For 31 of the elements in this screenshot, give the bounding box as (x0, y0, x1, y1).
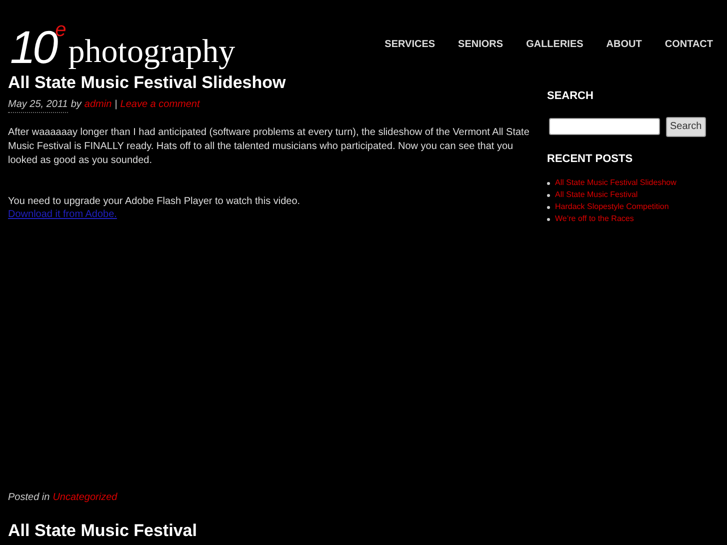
post-body: After waaaaaay longer than I had anticipated (software problems at every turn), the slideshow of the Vermont All State Music Festival is FINALLY ready. Hats off to all the talented musicians who participated. Now you can see that you looked as good as you sounded. (8, 126, 530, 168)
category-link[interactable]: Uncategorized (52, 490, 118, 505)
bullet-icon (547, 194, 550, 196)
flash-notice: You need to upgrade your Adobe Flash Player to watch this video. (8, 195, 302, 208)
logo-number: 10 (10, 24, 56, 70)
sidebar-heading: SEARCH (547, 89, 594, 104)
recent-post-link[interactable]: Hardack Slopestyle Competition (555, 201, 669, 213)
search-button[interactable]: Search (666, 116, 706, 136)
post-title[interactable]: All State Music Festival Slideshow (8, 72, 535, 94)
post-title[interactable]: All State Music Festival (8, 521, 535, 541)
posted-in-text: Posted in (8, 491, 50, 505)
nav-link[interactable]: SERVICES (384, 37, 436, 52)
author-link[interactable]: admin (84, 97, 112, 113)
bullet-icon (547, 218, 550, 220)
logo-superscript: e (55, 20, 66, 40)
recent-post-link[interactable]: All State Music Festival Slideshow (555, 177, 676, 189)
nav-link[interactable]: SENIORS (458, 37, 504, 52)
recent-post-link[interactable]: We’re off to the Races (555, 213, 634, 225)
search-field[interactable] (549, 118, 660, 135)
logo-text: photography (68, 34, 236, 70)
bullet-icon (547, 182, 550, 184)
nav-link[interactable]: CONTACT (664, 37, 713, 52)
recent-post-link[interactable]: All State Music Festival (555, 189, 638, 201)
nav-link[interactable]: ABOUT (606, 37, 642, 52)
separator-text: | (114, 98, 118, 112)
sidebar-heading: RECENT POSTS (547, 152, 634, 166)
byline-text: by (70, 98, 82, 112)
bullet-icon (547, 206, 550, 208)
nav-link[interactable]: GALLERIES (526, 37, 584, 52)
comment-link[interactable]: Leave a comment (120, 97, 200, 113)
post-date: May 25, 2011 (8, 97, 68, 113)
